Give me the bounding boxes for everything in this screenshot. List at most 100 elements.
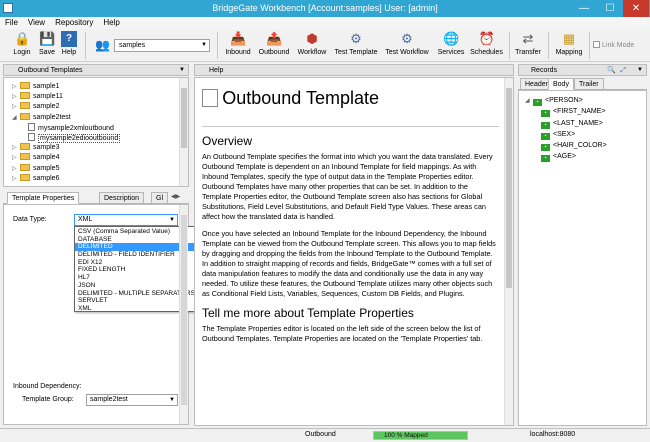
folder-icon xyxy=(20,163,30,171)
help-scrollbar[interactable] xyxy=(504,78,513,425)
help-button[interactable]: ? Help xyxy=(60,30,78,61)
tree-item[interactable]: ▷ sample2 xyxy=(12,102,188,112)
properties-scrollbar[interactable] xyxy=(179,205,188,424)
tab-global[interactable]: Gl xyxy=(151,192,168,204)
clock-icon: ⏰ xyxy=(478,31,495,46)
transfer-button[interactable]: ⇄ Transfer xyxy=(513,30,543,61)
record-item[interactable]: ▪ <LAST_NAME> xyxy=(525,118,646,129)
login-button[interactable]: 🔒 Login xyxy=(10,30,34,61)
tab-description[interactable]: Description xyxy=(99,192,145,204)
close-button[interactable]: ✕ xyxy=(623,0,649,17)
menu-file[interactable]: File xyxy=(0,17,23,29)
tree-item[interactable]: ▷ sample11 xyxy=(12,92,188,102)
help-paragraph: An Outbound Template specifies the forma… xyxy=(202,152,493,221)
field-icon: ▪ xyxy=(541,144,550,152)
record-icon: ▪ xyxy=(533,99,542,106)
outbound-button[interactable]: 📤 Outbound xyxy=(256,30,292,61)
field-icon: ▪ xyxy=(541,121,550,129)
record-item[interactable]: ◢ ▪ <PERSON> xyxy=(525,95,646,106)
status-mode: Outbound xyxy=(305,431,336,438)
folder-icon xyxy=(20,92,30,100)
template-group-label: Template Group: xyxy=(22,396,74,403)
template-properties-panel: Data Type: XML ▼ CSV (Comma Separated Val… xyxy=(3,204,207,425)
chevron-down-icon: ▼ xyxy=(201,42,207,48)
status-host: localhost:8080 xyxy=(530,431,576,438)
minimize-button[interactable]: — xyxy=(571,0,597,17)
chevron-down-icon: ▼ xyxy=(169,217,175,223)
tree-item[interactable]: ▷ sample3 xyxy=(12,143,188,153)
tree-item[interactable]: mysample2ediooutbound xyxy=(12,132,188,143)
workflow-icon: ⬢ xyxy=(306,31,318,46)
outbound-icon: 📤 xyxy=(266,31,283,46)
tree-item[interactable]: ◢ sample2test xyxy=(12,112,188,123)
inbound-button[interactable]: 📥 Inbound xyxy=(222,30,254,61)
tree-item[interactable]: ▷ sample1 xyxy=(12,82,188,92)
record-item[interactable]: ▪ <AGE> xyxy=(525,151,646,163)
field-icon: ▪ xyxy=(541,110,550,118)
data-type-label: Data Type: xyxy=(13,216,47,223)
workflow-button[interactable]: ⬢ Workflow xyxy=(294,30,330,61)
chevron-down-icon[interactable]: ▼ xyxy=(179,65,185,76)
inbound-icon: 📥 xyxy=(230,31,247,46)
test-workflow-button[interactable]: ⚙ Test Workflow xyxy=(382,30,432,61)
link-mode-toggle[interactable]: Link Mode xyxy=(593,41,634,49)
toolbar: 🔒 Login 💾 Save ? Help 👥 samples ▼ 📥 Inbound 📤… xyxy=(0,29,650,62)
tab-body[interactable]: Body xyxy=(548,78,574,90)
document-icon xyxy=(202,89,218,107)
folder-icon xyxy=(20,153,30,161)
save-icon: 💾 xyxy=(39,31,56,46)
menu-view[interactable]: View xyxy=(23,17,50,29)
template-group-select[interactable]: sample2test ▼ xyxy=(86,394,178,406)
help-header: Help xyxy=(194,64,514,76)
schedules-button[interactable]: ⏰ Schedules xyxy=(469,30,504,61)
search-icon[interactable]: 🔍 xyxy=(607,65,616,76)
test-template-button[interactable]: ⚙ Test Template xyxy=(333,30,379,61)
document-icon xyxy=(28,132,35,141)
folder-icon xyxy=(20,102,30,110)
tab-trailer[interactable]: Trailer xyxy=(574,78,604,90)
expand-icon[interactable]: ⤢ xyxy=(620,65,626,76)
mapping-button[interactable]: ▦ Mapping xyxy=(553,30,585,61)
folder-icon xyxy=(20,112,30,120)
chevron-down-icon[interactable]: ▼ xyxy=(637,65,643,76)
help-overview-heading: Overview xyxy=(202,134,253,148)
data-type-select[interactable]: XML ▼ xyxy=(74,214,178,226)
save-button[interactable]: 💾 Save xyxy=(37,30,57,61)
help-title: Outbound Template xyxy=(222,88,380,108)
help-more-heading: Tell me more about Template Properties xyxy=(202,306,414,320)
tab-template-properties[interactable]: Template Properties xyxy=(7,192,80,204)
help-paragraph: The Template Properties editor is locate… xyxy=(202,324,483,343)
menu-repository[interactable]: Repository xyxy=(50,17,98,29)
gear-icon: ⚙ xyxy=(401,31,413,46)
tree-item[interactable]: ▷ sample5 xyxy=(12,163,188,174)
document-icon xyxy=(28,122,35,131)
menu-bar: File View Repository Help xyxy=(0,17,650,29)
record-item[interactable]: ▪ <SEX> xyxy=(525,129,646,140)
property-tabs: Template Properties Description Gl ◀▶ xyxy=(3,191,189,204)
tree-scrollbar[interactable] xyxy=(179,78,188,186)
status-bar: Outbound 100 % Mapped localhost:8080 xyxy=(0,428,650,442)
link-mode-checkbox[interactable] xyxy=(593,41,600,48)
folder-icon xyxy=(20,143,30,151)
services-button[interactable]: 🌐 Services xyxy=(435,30,467,61)
tree-item[interactable]: mysample2xmloutbound xyxy=(12,122,188,133)
account-select[interactable]: samples ▼ xyxy=(114,39,210,52)
mapping-icon: ▦ xyxy=(562,31,576,46)
title-bar: BridgeGate Workbench [Account:samples] U… xyxy=(0,0,650,17)
help-content: Outbound Template Overview An Outbound T… xyxy=(194,77,514,426)
record-item[interactable]: ▪ <FIRST_NAME> xyxy=(525,106,646,118)
maximize-button[interactable]: ☐ xyxy=(597,0,623,17)
records-tree: ◢ ▪ <PERSON> ▪ <FIRST_NAME> ▪ <LAST_NAME> ▪ <… xyxy=(518,90,647,426)
folder-icon xyxy=(20,173,30,181)
tree-item[interactable]: ▷ sample4 xyxy=(12,153,188,163)
tab-scroll-arrows[interactable]: ◀▶ xyxy=(171,193,180,200)
tree-item[interactable]: ▷ sample6 xyxy=(12,173,188,184)
help-paragraph: Once you have selected an Inbound Templa… xyxy=(202,229,496,298)
menu-help[interactable]: Help xyxy=(98,17,124,29)
folder-icon xyxy=(20,82,30,89)
records-tabs: Header Body Trailer xyxy=(518,77,647,90)
template-tree: ▷ sample1 ▷ sample11 ▷ sample2 ◢ sample2test… xyxy=(3,77,189,187)
field-icon: ▪ xyxy=(541,155,550,163)
window-title: BridgeGate Workbench [Account:samples] U… xyxy=(212,3,438,13)
record-item[interactable]: ▪ <HAIR_COLOR> xyxy=(525,140,646,152)
